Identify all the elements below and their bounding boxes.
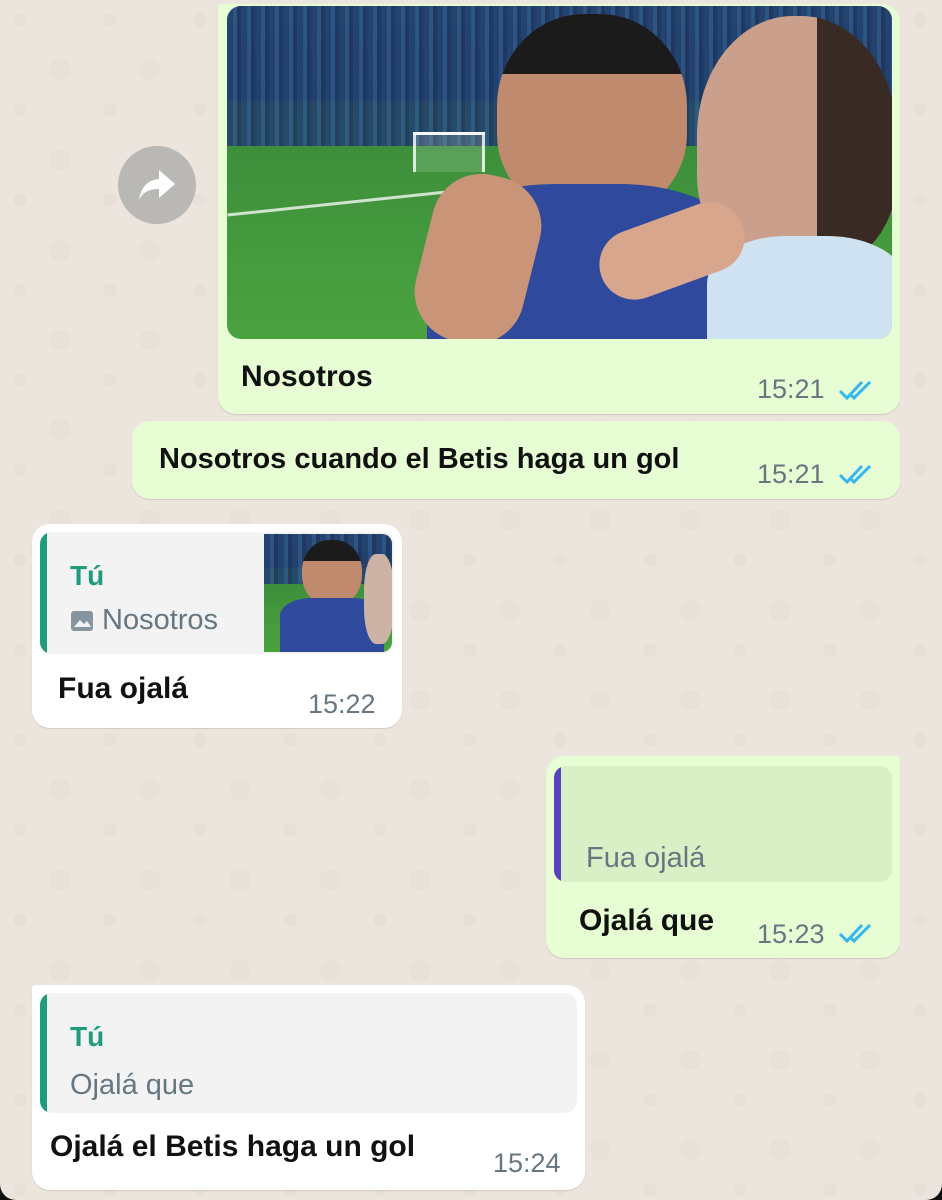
image-icon [71,611,93,631]
quote-bar [40,993,47,1113]
quote-text: Fua ojalá [586,842,706,874]
double-check-icon [838,464,872,485]
forward-arrow-icon [139,170,175,200]
double-check-icon [838,380,872,401]
image-caption: Nosotros [241,360,373,393]
chat-area[interactable]: Nosotros 15:21 Nosotros cuando el Betis … [0,0,942,1200]
message-time: 15:21 [757,374,825,404]
message-body: Ojalá el Betis haga un gol [50,1130,416,1163]
message-reply-outgoing[interactable]: Fua ojalá Ojalá que 15:23 [546,756,900,958]
quote-author: Tú [70,560,105,591]
message-time: 15:24 [493,1148,561,1178]
quote-bar [554,766,561,882]
quoted-message[interactable]: Fua ojalá [554,766,892,882]
message-time: 15:22 [308,689,376,719]
quoted-message[interactable]: Tú Ojalá que [40,993,577,1113]
photo-thumbnail[interactable] [227,6,892,339]
quote-text: Nosotros [102,604,219,636]
thumb-man [302,540,362,606]
quote-bar [40,532,47,654]
message-body: Ojalá que [579,904,715,937]
message-time: 15:21 [757,459,825,489]
quote-author: Tú [70,1021,105,1052]
quote-text: Ojalá que [70,1069,195,1101]
quote-thumbnail [264,534,392,652]
message-image-outgoing[interactable]: Nosotros 15:21 [218,4,900,414]
message-body: Fua ojalá [58,672,189,705]
message-text-outgoing[interactable]: Nosotros cuando el Betis haga un gol 15:… [132,421,900,499]
message-time: 15:23 [757,919,825,949]
quoted-message[interactable]: Tú Nosotros [40,532,394,654]
forward-button[interactable] [118,146,196,224]
pitch-line [227,190,447,217]
message-reply-incoming[interactable]: Tú Nosotros Fua ojalá 15:22 [32,524,402,728]
thumb-woman [364,554,392,644]
person-woman [589,16,892,339]
message-reply-incoming[interactable]: Tú Ojalá que Ojalá el Betis haga un gol … [32,985,585,1190]
double-check-icon [838,923,872,944]
message-body: Nosotros cuando el Betis haga un gol [159,443,680,475]
